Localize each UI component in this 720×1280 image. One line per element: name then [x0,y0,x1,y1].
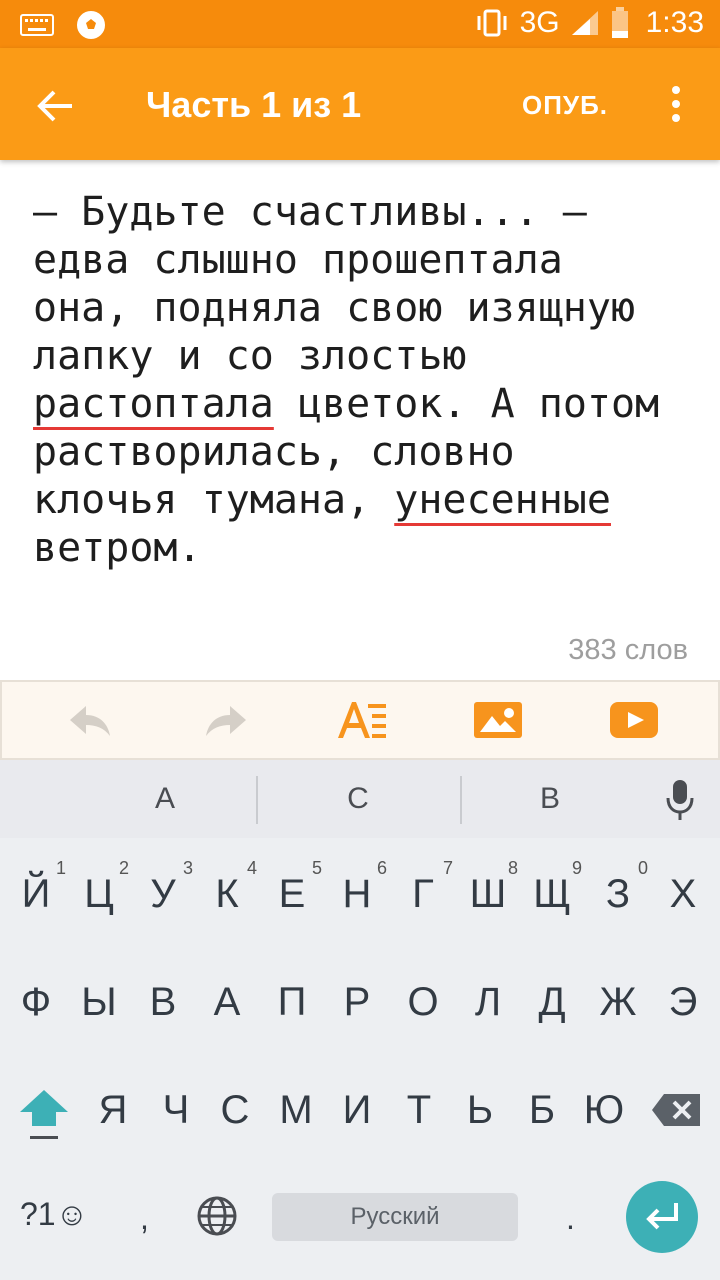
video-icon[interactable] [610,698,658,742]
clock: 1:33 [645,6,704,39]
suggestion-2[interactable]: С [318,782,398,816]
text-line-misspelled: клочья тумана, унесенные [33,476,693,524]
key-о[interactable]: О [395,980,451,1025]
key-я[interactable]: Я [85,1088,141,1133]
key-л[interactable]: Л [460,980,516,1025]
key-е[interactable]: Е5 [264,858,322,917]
page-title: Часть 1 из 1 [146,84,362,125]
undo-icon[interactable] [66,698,114,742]
suggestion-1[interactable]: А [125,782,205,816]
key-ш[interactable]: Ш8 [460,858,518,917]
key-к[interactable]: К4 [199,858,257,917]
key-н[interactable]: Н6 [329,858,387,917]
key-г[interactable]: Г7 [395,858,453,917]
suggestion-3[interactable]: В [510,782,590,816]
shift-icon[interactable] [18,1086,70,1142]
key-в[interactable]: В [135,980,191,1025]
space-key[interactable]: Русский [272,1193,518,1241]
network-type: 3G [519,6,560,39]
editor-toolbar [0,680,720,760]
key-п[interactable]: П [264,980,320,1025]
key-х[interactable]: Х [655,872,711,917]
status-bar: 3G 1:33 [0,0,720,48]
back-arrow-icon[interactable] [28,78,84,134]
enter-icon [646,1203,678,1230]
microphone-icon[interactable] [664,778,696,822]
key-ф[interactable]: Ф [8,980,64,1025]
backspace-icon[interactable] [650,1092,702,1128]
globe-icon[interactable] [196,1195,238,1237]
key-у[interactable]: У3 [135,858,193,917]
key-щ[interactable]: Щ9 [524,858,582,917]
keyboard-icon [20,14,54,36]
key-ч[interactable]: Ч [148,1088,204,1133]
key-ж[interactable]: Ж [590,980,646,1025]
key-э[interactable]: Э [655,980,711,1025]
soccer-ball-icon [77,11,105,39]
divider [460,776,462,824]
word-count: 383 слов [568,634,688,666]
divider [256,776,258,824]
text-line: – Будьте счастливы... – [33,189,587,235]
redo-icon[interactable] [202,698,250,742]
suggestion-strip: А С В [0,760,720,838]
comma-key[interactable]: , [140,1200,149,1237]
image-icon[interactable] [474,698,522,742]
key-й[interactable]: Й1 [8,858,66,917]
signal-icon [571,11,598,35]
text-line: она, подняла свою изящную [33,285,636,331]
text-fragment: цветок. А потом [273,381,660,427]
publish-button[interactable]: ОПУБ. [522,90,608,121]
text-line-misspelled: растоптала цветок. А потом [33,380,693,428]
key-м[interactable]: М [268,1088,324,1133]
key-а[interactable]: А [199,980,255,1025]
text-line: едва слышно прошептала [33,237,563,283]
more-vert-icon[interactable] [660,82,692,126]
key-ц[interactable]: Ц2 [71,858,129,917]
text-fragment: клочья тумана, [33,477,395,523]
misspelled-word[interactable]: унесенные [394,477,611,523]
vibrate-icon [477,9,507,37]
enter-button[interactable] [626,1181,698,1253]
key-р[interactable]: Р [329,980,385,1025]
text-format-icon[interactable] [336,698,390,742]
key-ы[interactable]: Ы [71,980,127,1025]
soft-keyboard: Й1 Ц2 У3 К4 Е5 Н6 Г7 Ш8 Щ9 З0 Х Ф Ы В А … [0,838,720,1280]
misspelled-word[interactable]: растоптала [33,381,274,427]
key-и[interactable]: И [329,1088,385,1133]
key-ь[interactable]: Ь [452,1088,508,1133]
key-д[interactable]: Д [524,980,580,1025]
symbols-key[interactable]: ?1☺ [20,1196,88,1233]
key-з[interactable]: З0 [590,858,648,917]
key-т[interactable]: Т [391,1088,447,1133]
key-с[interactable]: С [207,1088,263,1133]
story-text-editor[interactable]: – Будьте счастливы... – едва слышно прош… [33,188,693,572]
key-б[interactable]: Б [514,1088,570,1133]
text-line: лапку и со злостью [33,333,467,379]
battery-icon [611,7,628,38]
app-bar: Часть 1 из 1 ОПУБ. [0,48,720,160]
period-key[interactable]: . [566,1200,575,1237]
text-line: растворилась, словно [33,429,515,475]
key-ю[interactable]: Ю [576,1088,632,1133]
text-line: ветром. [33,525,202,571]
